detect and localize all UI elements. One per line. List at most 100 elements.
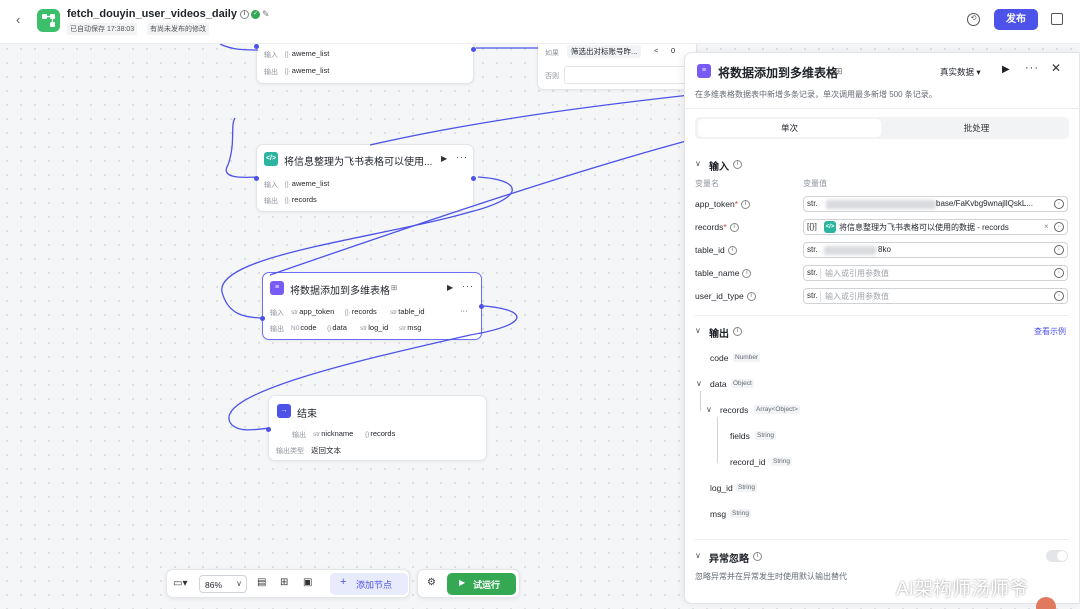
output-name: record_id (730, 457, 766, 467)
variable-ref-icon[interactable]: ◦ (1054, 199, 1064, 209)
field-placeholder: 输入或引用参数值 (825, 269, 889, 278)
panel-description: 在多维表格数据表中新增多条记录，单次调用最多新增 500 条记录。 (695, 90, 937, 99)
code-icon: </> (824, 221, 836, 233)
play-icon[interactable]: ▶ (1002, 64, 1010, 75)
edit-icon[interactable]: ✎ (262, 9, 270, 20)
info-icon[interactable]: i (729, 223, 739, 233)
unpublished-badge: 有尚未发布的修改 (147, 23, 209, 35)
user-id-type-field[interactable]: str. 输入或引用参数值 ◦ (803, 288, 1068, 304)
param-name: user_id_type (695, 291, 744, 301)
output-name: msg (710, 509, 727, 519)
watermark: AI架构师汤师爷 (896, 579, 1028, 600)
divider (685, 108, 1080, 109)
output-type: Array<Object> (754, 405, 800, 414)
output-type: Number (733, 353, 761, 362)
toggle-knob (1057, 551, 1067, 561)
chevron-down-icon[interactable]: ∨ (695, 551, 701, 560)
workflow-title: fetch_douyin_user_videos_daily i ✓ ✎ (67, 8, 270, 20)
save-status: 已自动保存 17:38:03 (67, 23, 138, 35)
plugin-tag-icon: ⊞ (835, 66, 843, 76)
tab-single[interactable]: 单次 (698, 119, 881, 137)
more-icon[interactable]: ··· (1025, 62, 1039, 74)
chevron-down-icon[interactable]: ∨ (695, 159, 701, 168)
info-icon[interactable]: i (742, 269, 752, 279)
data-mode-select[interactable]: 真实数据 ▾ (940, 66, 981, 78)
output-type: String (755, 431, 776, 440)
node-config-panel: ≡ 将数据添加到多维表格 ⊞ 真实数据 ▾ ▶ ··· ✕ 在多维表格数据表中新… (684, 52, 1080, 604)
output-type: String (736, 483, 757, 492)
table-id-field[interactable]: str. 8ko ◦ (803, 242, 1068, 258)
output-name: fields (730, 431, 750, 441)
input-section-title: 输入 (709, 162, 729, 173)
chevron-down-icon[interactable]: ∨ (695, 326, 701, 335)
records-field[interactable]: [{}] </> 将信息整理为飞书表格可以使用的数据 - records × ◦ (803, 219, 1068, 235)
output-name: log_id (710, 483, 733, 493)
app-token-field[interactable]: str. base/FaKvbg9wnajllQskL... ◦ (803, 196, 1068, 212)
close-icon[interactable]: ✕ (1051, 61, 1061, 75)
info-icon[interactable]: i (733, 160, 742, 169)
field-value: 8ko (878, 245, 891, 254)
info-icon[interactable]: i (727, 246, 737, 256)
field-placeholder: 输入或引用参数值 (825, 292, 889, 301)
divider (695, 315, 1069, 316)
history-icon[interactable]: ⟲ (967, 13, 980, 26)
output-section-title: 输出 (709, 329, 729, 340)
tree-line (717, 417, 718, 463)
variable-ref-icon[interactable]: ◦ (1054, 222, 1064, 232)
table-icon: ≡ (697, 64, 711, 78)
check-icon: ✓ (250, 9, 260, 19)
type-prefix: str. (807, 291, 818, 300)
info-icon[interactable]: i (753, 552, 762, 561)
required-mark: * (723, 222, 727, 232)
workflow-logo-icon (37, 9, 60, 32)
separator (820, 268, 821, 279)
info-icon[interactable]: i (746, 292, 756, 302)
copy-icon[interactable] (1051, 13, 1063, 25)
output-type: String (771, 457, 792, 466)
error-section-title: 异常忽略 (709, 554, 749, 565)
top-bar: ‹ fetch_douyin_user_videos_daily i ✓ ✎ 已自动保… (0, 0, 1080, 44)
variable-ref-icon[interactable]: ◦ (1054, 245, 1064, 255)
required-mark: * (734, 199, 739, 209)
output-type: Object (731, 379, 754, 388)
output-name: data (710, 379, 727, 389)
param-app-token: app_token* i (695, 199, 751, 210)
info-icon[interactable]: i (733, 327, 742, 336)
type-prefix: str. (807, 245, 818, 254)
field-value: 将信息整理为飞书表格可以使用的数据 - records (839, 223, 1009, 232)
param-user-id-type: user_id_type i (695, 291, 756, 302)
type-prefix: str. (807, 268, 818, 277)
workflow-name: fetch_douyin_user_videos_daily (67, 8, 237, 20)
info-icon[interactable]: i (741, 200, 751, 210)
view-example-link[interactable]: 查看示例 (1034, 326, 1066, 337)
table-name-field[interactable]: str. 输入或引用参数值 ◦ (803, 265, 1068, 281)
redacted-block (826, 200, 936, 209)
param-name: records (695, 222, 724, 232)
mode-tabs: 单次 批处理 (695, 117, 1069, 139)
type-prefix: [{}] (807, 222, 817, 231)
info-icon[interactable]: i (239, 9, 249, 19)
publish-button[interactable]: 发布 (994, 9, 1038, 30)
param-table-id: table_id i (695, 245, 737, 256)
type-prefix: str. (807, 199, 818, 208)
tab-batch[interactable]: 批处理 (885, 119, 1068, 137)
back-icon[interactable]: ‹ (16, 12, 20, 27)
clear-icon[interactable]: × (1044, 222, 1049, 231)
divider (695, 539, 1069, 540)
output-name: code (710, 353, 729, 363)
redacted-block (824, 246, 876, 255)
ignore-error-toggle[interactable] (1046, 550, 1068, 562)
separator (820, 291, 821, 302)
output-name: records (720, 405, 749, 415)
field-value: base/FaKvbg9wnajllQskL... (936, 199, 1033, 208)
data-mode-label: 真实数据 (940, 67, 975, 77)
param-name: table_name (695, 268, 740, 278)
output-type: String (730, 509, 751, 518)
variable-ref-icon[interactable]: ◦ (1054, 268, 1064, 278)
param-table-name: table_name i (695, 268, 752, 279)
tree-line (700, 391, 701, 411)
chevron-down-icon[interactable]: ∨ (696, 379, 702, 388)
chevron-down-icon[interactable]: ∨ (706, 405, 712, 414)
variable-ref-icon[interactable]: ◦ (1054, 291, 1064, 301)
panel-title: 将数据添加到多维表格 (718, 66, 839, 80)
